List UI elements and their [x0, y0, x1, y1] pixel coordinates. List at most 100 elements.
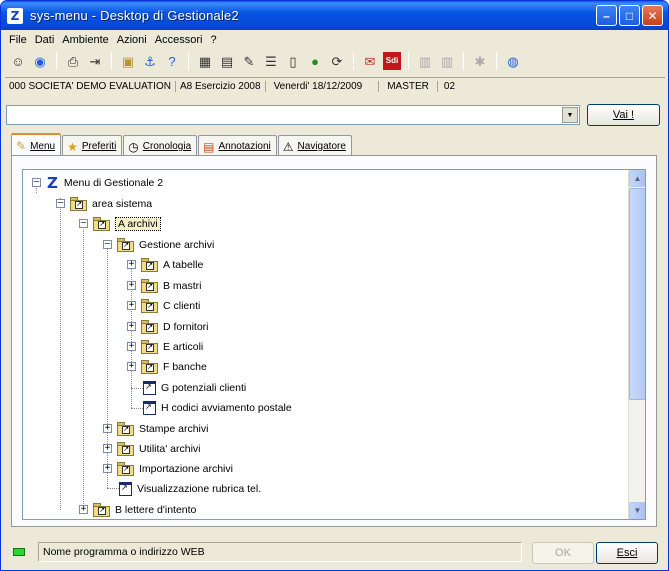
title-bar[interactable]: Z sys-menu - Desktop di Gestionale2 – □ …: [1, 1, 668, 30]
folder-icon: ↗: [117, 462, 134, 476]
anchor-icon[interactable]: ⚓: [141, 52, 159, 70]
expand-toggle[interactable]: +: [103, 444, 112, 453]
menu-tree[interactable]: – Z Menu di Gestionale 2 – ↗ area sistem…: [22, 169, 646, 520]
exercise-label: A8 Esercizio 2008: [176, 80, 266, 92]
expand-toggle[interactable]: +: [127, 260, 136, 269]
refresh-icon[interactable]: ⟳: [328, 52, 346, 70]
info-icon[interactable]: ◍: [504, 52, 522, 70]
expand-toggle[interactable]: +: [127, 362, 136, 371]
tree-node-f-banche[interactable]: ↗ F banche: [141, 357, 207, 377]
toolbar-separator: [353, 52, 354, 70]
address-combobox[interactable]: ▼: [6, 105, 580, 125]
folder-icon: ↗: [141, 258, 158, 272]
ok-button[interactable]: OK: [532, 542, 594, 564]
folder-icon: ↗: [70, 197, 87, 211]
tree-node-b-lettere-intento[interactable]: ↗ B lettere d'intento: [93, 500, 197, 519]
scroll-down-icon[interactable]: ▼: [629, 502, 645, 519]
expand-toggle[interactable]: +: [127, 342, 136, 351]
toolbar-separator: [56, 52, 57, 70]
calculator-icon[interactable]: ▦: [196, 52, 214, 70]
tab-panel: – Z Menu di Gestionale 2 – ↗ area sistem…: [11, 155, 657, 527]
toolbar-separator: [496, 52, 497, 70]
tree-node-g-potenziali-clienti[interactable]: G potenziali clienti: [143, 378, 246, 398]
scroll-up-icon[interactable]: ▲: [629, 170, 645, 187]
expand-toggle[interactable]: +: [127, 322, 136, 331]
tree-node-root[interactable]: Z Menu di Gestionale 2: [47, 173, 163, 193]
tree-node-a-archivi[interactable]: ↗ A archivi: [93, 214, 161, 234]
tree-node-label: A archivi: [115, 217, 161, 231]
menu-bar: File Dati Ambiente Azioni Accessori ?: [5, 31, 221, 48]
toolbar-separator: [463, 52, 464, 70]
menu-accessori[interactable]: Accessori: [151, 34, 207, 46]
printer-icon[interactable]: ⎙: [64, 52, 82, 70]
tree-node-area-sistema[interactable]: ↗ area sistema: [70, 194, 152, 214]
collapse-toggle[interactable]: –: [103, 240, 112, 249]
menu-file[interactable]: File: [5, 34, 31, 46]
tab-preferiti[interactable]: ★ Preferiti: [62, 135, 123, 157]
tab-strip: ✎ Menu ★ Preferiti ◷ Cronologia ▤ Annota…: [11, 133, 353, 157]
tab-annotazioni[interactable]: ▤ Annotazioni: [198, 135, 277, 157]
tree-node-h-codici-avviamento[interactable]: H codici avviamento postale: [143, 398, 292, 418]
expand-toggle[interactable]: +: [127, 281, 136, 290]
collapse-toggle[interactable]: –: [56, 199, 65, 208]
document-icon[interactable]: ▤: [218, 52, 236, 70]
app-icon: Z: [7, 7, 23, 24]
window-title: sys-menu - Desktop di Gestionale2: [30, 8, 239, 23]
help-icon[interactable]: ?: [163, 52, 181, 70]
tree-node-label: G potenziali clienti: [161, 382, 247, 394]
tree-node-stampe-archivi[interactable]: ↗ Stampe archivi: [117, 419, 208, 439]
tab-menu[interactable]: ✎ Menu: [11, 133, 62, 157]
gestionale-logo-icon: Z: [47, 174, 58, 192]
user-icon[interactable]: ☺: [9, 52, 27, 70]
menu-ambiente[interactable]: Ambiente: [58, 34, 112, 46]
vertical-scrollbar[interactable]: ▲ ▼: [628, 170, 645, 519]
expand-toggle[interactable]: +: [79, 505, 88, 514]
tab-navigatore[interactable]: ⚠ Navigatore: [277, 135, 352, 157]
list-icon[interactable]: ☰: [262, 52, 280, 70]
maximize-button[interactable]: □: [619, 5, 640, 26]
grid-icon[interactable]: ▥: [438, 52, 456, 70]
expand-toggle[interactable]: +: [103, 464, 112, 473]
export-icon[interactable]: ⇥: [86, 52, 104, 70]
tree-node-a-tabelle[interactable]: ↗ A tabelle: [141, 255, 203, 275]
close-button[interactable]: ✕: [642, 5, 663, 26]
menu-dati[interactable]: Dati: [31, 34, 59, 46]
go-button[interactable]: Vai !: [587, 104, 660, 126]
tree-node-b-mastri[interactable]: ↗ B mastri: [141, 276, 202, 296]
mail-icon[interactable]: ✉: [361, 52, 379, 70]
main-window: Z sys-menu - Desktop di Gestionale2 – □ …: [0, 0, 669, 571]
sdi-icon[interactable]: Sdi: [383, 52, 401, 70]
collapse-toggle[interactable]: –: [32, 178, 41, 187]
tree-node-gestione-archivi[interactable]: ↗ Gestione archivi: [117, 235, 214, 255]
expand-toggle[interactable]: +: [103, 424, 112, 433]
tree-node-label: B mastri: [163, 280, 202, 292]
exit-button[interactable]: Esci: [596, 542, 658, 564]
clock-icon: ◷: [128, 139, 139, 154]
tree-node-c-clienti[interactable]: ↗ C clienti: [141, 296, 200, 316]
notes-icon: ▤: [203, 139, 215, 154]
page-icon[interactable]: ▯: [284, 52, 302, 70]
tree-node-d-fornitori[interactable]: ↗ D fornitori: [141, 317, 209, 337]
code-label: 02: [443, 80, 456, 92]
tree-node-visualizzazione-rubrica[interactable]: Visualizzazione rubrica tel.: [119, 479, 261, 499]
tree-node-utilita-archivi[interactable]: ↗ Utilita' archivi: [117, 439, 201, 459]
menu-azioni[interactable]: Azioni: [113, 34, 151, 46]
tree-node-label: B lettere d'intento: [115, 504, 197, 516]
tools-icon[interactable]: ✱: [471, 52, 489, 70]
earth-icon[interactable]: ●: [306, 52, 324, 70]
minimize-button[interactable]: –: [596, 5, 617, 26]
tab-cronologia[interactable]: ◷ Cronologia: [123, 135, 198, 157]
scrollbar-thumb[interactable]: [629, 188, 645, 400]
globe-icon[interactable]: ◉: [31, 52, 49, 70]
notes-icon[interactable]: ✎: [240, 52, 258, 70]
tree-node-importazione-archivi[interactable]: ↗ Importazione archivi: [117, 459, 233, 479]
tree-node-e-articoli[interactable]: ↗ E articoli: [141, 337, 203, 357]
collapse-toggle[interactable]: –: [79, 219, 88, 228]
program-icon: [143, 401, 156, 415]
grid-icon[interactable]: ▥: [416, 52, 434, 70]
dropdown-arrow-icon[interactable]: ▼: [562, 107, 578, 123]
expand-toggle[interactable]: +: [127, 301, 136, 310]
folder-icon[interactable]: ▣: [119, 52, 137, 70]
menu-help[interactable]: ?: [206, 34, 220, 46]
folder-open-icon: ✎: [16, 139, 27, 153]
